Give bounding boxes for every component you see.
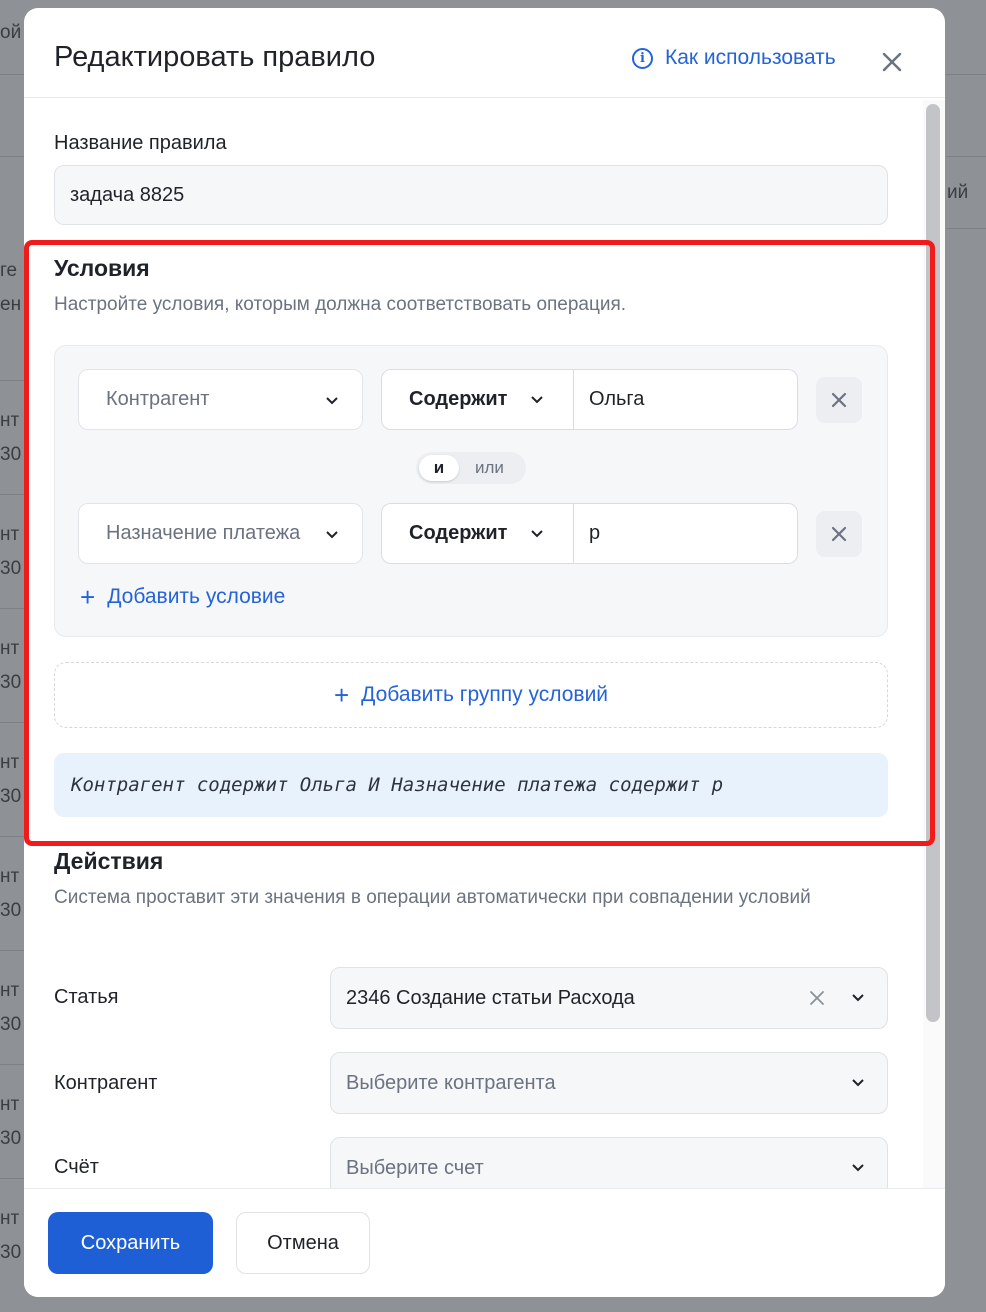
actions-title: Действия <box>54 848 164 874</box>
bg-text: нт <box>0 752 20 773</box>
account-placeholder: Выберите счет <box>346 1156 484 1179</box>
rule-name-input[interactable]: задача 8825 <box>54 165 888 225</box>
bg-divider <box>0 1064 24 1065</box>
logic-or-option[interactable]: или <box>475 458 504 478</box>
bg-divider <box>0 950 24 951</box>
add-group-link: + Добавить группу условий <box>333 680 609 710</box>
bg-divider <box>0 608 24 609</box>
add-condition-button[interactable]: + Добавить условие <box>80 582 286 612</box>
chevron-down-icon <box>326 531 338 539</box>
plus-icon: + <box>80 582 96 612</box>
account-label: Счёт <box>54 1156 99 1178</box>
edit-rule-modal: Редактировать правило i Как использовать… <box>24 8 945 1297</box>
close-icon[interactable] <box>878 48 906 76</box>
remove-condition-button[interactable] <box>816 511 862 557</box>
chevron-down-icon <box>531 396 543 404</box>
conditions-subtitle: Настройте условия, которым должна соотве… <box>54 294 627 315</box>
modal-title: Редактировать правило <box>54 41 376 73</box>
bg-text: ий <box>947 182 969 203</box>
add-condition-group-button[interactable]: + Добавить группу условий <box>54 662 888 728</box>
close-icon <box>831 392 847 408</box>
bg-divider <box>0 494 24 495</box>
bg-text: нт <box>0 410 20 431</box>
bg-text: 30 <box>0 786 22 807</box>
bg-text: 30 <box>0 1242 22 1263</box>
condition-value-input[interactable]: Ольга <box>589 370 644 429</box>
counterparty-label: Контрагент <box>54 1072 158 1094</box>
bg-text: 30 <box>0 672 22 693</box>
modal-footer: Сохранить Отмена <box>24 1188 945 1297</box>
chevron-down-icon <box>852 1079 864 1087</box>
counterparty-placeholder: Выберите контрагента <box>346 1071 556 1094</box>
logic-toggle[interactable]: и или <box>416 452 526 484</box>
condition-operator-group: Содержит Ольга <box>381 369 798 430</box>
condition-field-value: Назначение платежа <box>106 522 301 544</box>
chevron-down-icon <box>852 994 864 1002</box>
counterparty-select[interactable]: Выберите контрагента <box>330 1052 888 1114</box>
article-value: 2346 Создание статьи Расхода <box>346 986 635 1009</box>
bg-divider <box>0 380 24 381</box>
article-select[interactable]: 2346 Создание статьи Расхода <box>330 967 888 1029</box>
bg-divider <box>0 1178 24 1179</box>
bg-divider <box>946 228 986 229</box>
actions-subtitle: Система проставит эти значения в операци… <box>54 887 811 908</box>
info-icon: i <box>632 47 653 69</box>
bg-divider <box>946 74 986 75</box>
condition-operator-value: Содержит <box>409 522 508 544</box>
bg-text: 30 <box>0 900 22 921</box>
condition-operator-group: Содержит р <box>381 503 798 564</box>
modal-header: Редактировать правило i Как использовать <box>24 8 945 98</box>
conditions-title: Условия <box>54 255 150 281</box>
bg-text: 30 <box>0 1014 22 1035</box>
help-link[interactable]: i Как использовать <box>632 46 836 70</box>
condition-operator-value: Содержит <box>409 388 508 410</box>
cancel-button[interactable]: Отмена <box>236 1212 370 1274</box>
bg-divider <box>0 74 24 75</box>
scrollbar-thumb[interactable] <box>926 104 940 1022</box>
add-group-label: Добавить группу условий <box>361 683 609 706</box>
condition-field-select[interactable]: Назначение платежа <box>78 503 363 564</box>
logic-and-option[interactable]: и <box>419 455 459 481</box>
bg-divider <box>946 156 986 157</box>
conditions-summary: Контрагент содержит Ольга И Назначение п… <box>54 753 888 817</box>
plus-icon: + <box>333 680 350 710</box>
chevron-down-icon <box>326 397 338 405</box>
condition-value-input[interactable]: р <box>589 504 600 563</box>
bg-text: 30 <box>0 558 22 579</box>
bg-divider <box>0 722 24 723</box>
bg-text: ен <box>0 294 22 315</box>
condition-operator-select[interactable]: Содержит <box>382 504 574 563</box>
bg-divider <box>0 156 24 157</box>
condition-field-value: Контрагент <box>106 388 210 410</box>
remove-condition-button[interactable] <box>816 377 862 423</box>
article-label: Статья <box>54 986 119 1008</box>
add-condition-label: Добавить условие <box>107 585 286 608</box>
close-icon <box>831 526 847 542</box>
bg-text: нт <box>0 980 20 1001</box>
bg-text: ге <box>0 260 18 281</box>
bg-text: 30 <box>0 444 22 465</box>
help-link-label: Как использовать <box>665 46 836 69</box>
clear-icon[interactable] <box>809 990 825 1006</box>
bg-text: 30 <box>0 1128 22 1149</box>
chevron-down-icon <box>531 530 543 538</box>
condition-operator-select[interactable]: Содержит <box>382 370 574 429</box>
bg-text: нт <box>0 638 20 659</box>
save-button[interactable]: Сохранить <box>48 1212 213 1274</box>
bg-text: ой <box>0 22 22 43</box>
chevron-down-icon <box>852 1164 864 1172</box>
bg-text: нт <box>0 524 20 545</box>
bg-text: нт <box>0 866 20 887</box>
rule-name-label: Название правила <box>54 132 227 154</box>
bg-divider <box>0 836 24 837</box>
bg-text: нт <box>0 1094 20 1115</box>
bg-text: нт <box>0 1208 20 1229</box>
condition-field-select[interactable]: Контрагент <box>78 369 363 430</box>
